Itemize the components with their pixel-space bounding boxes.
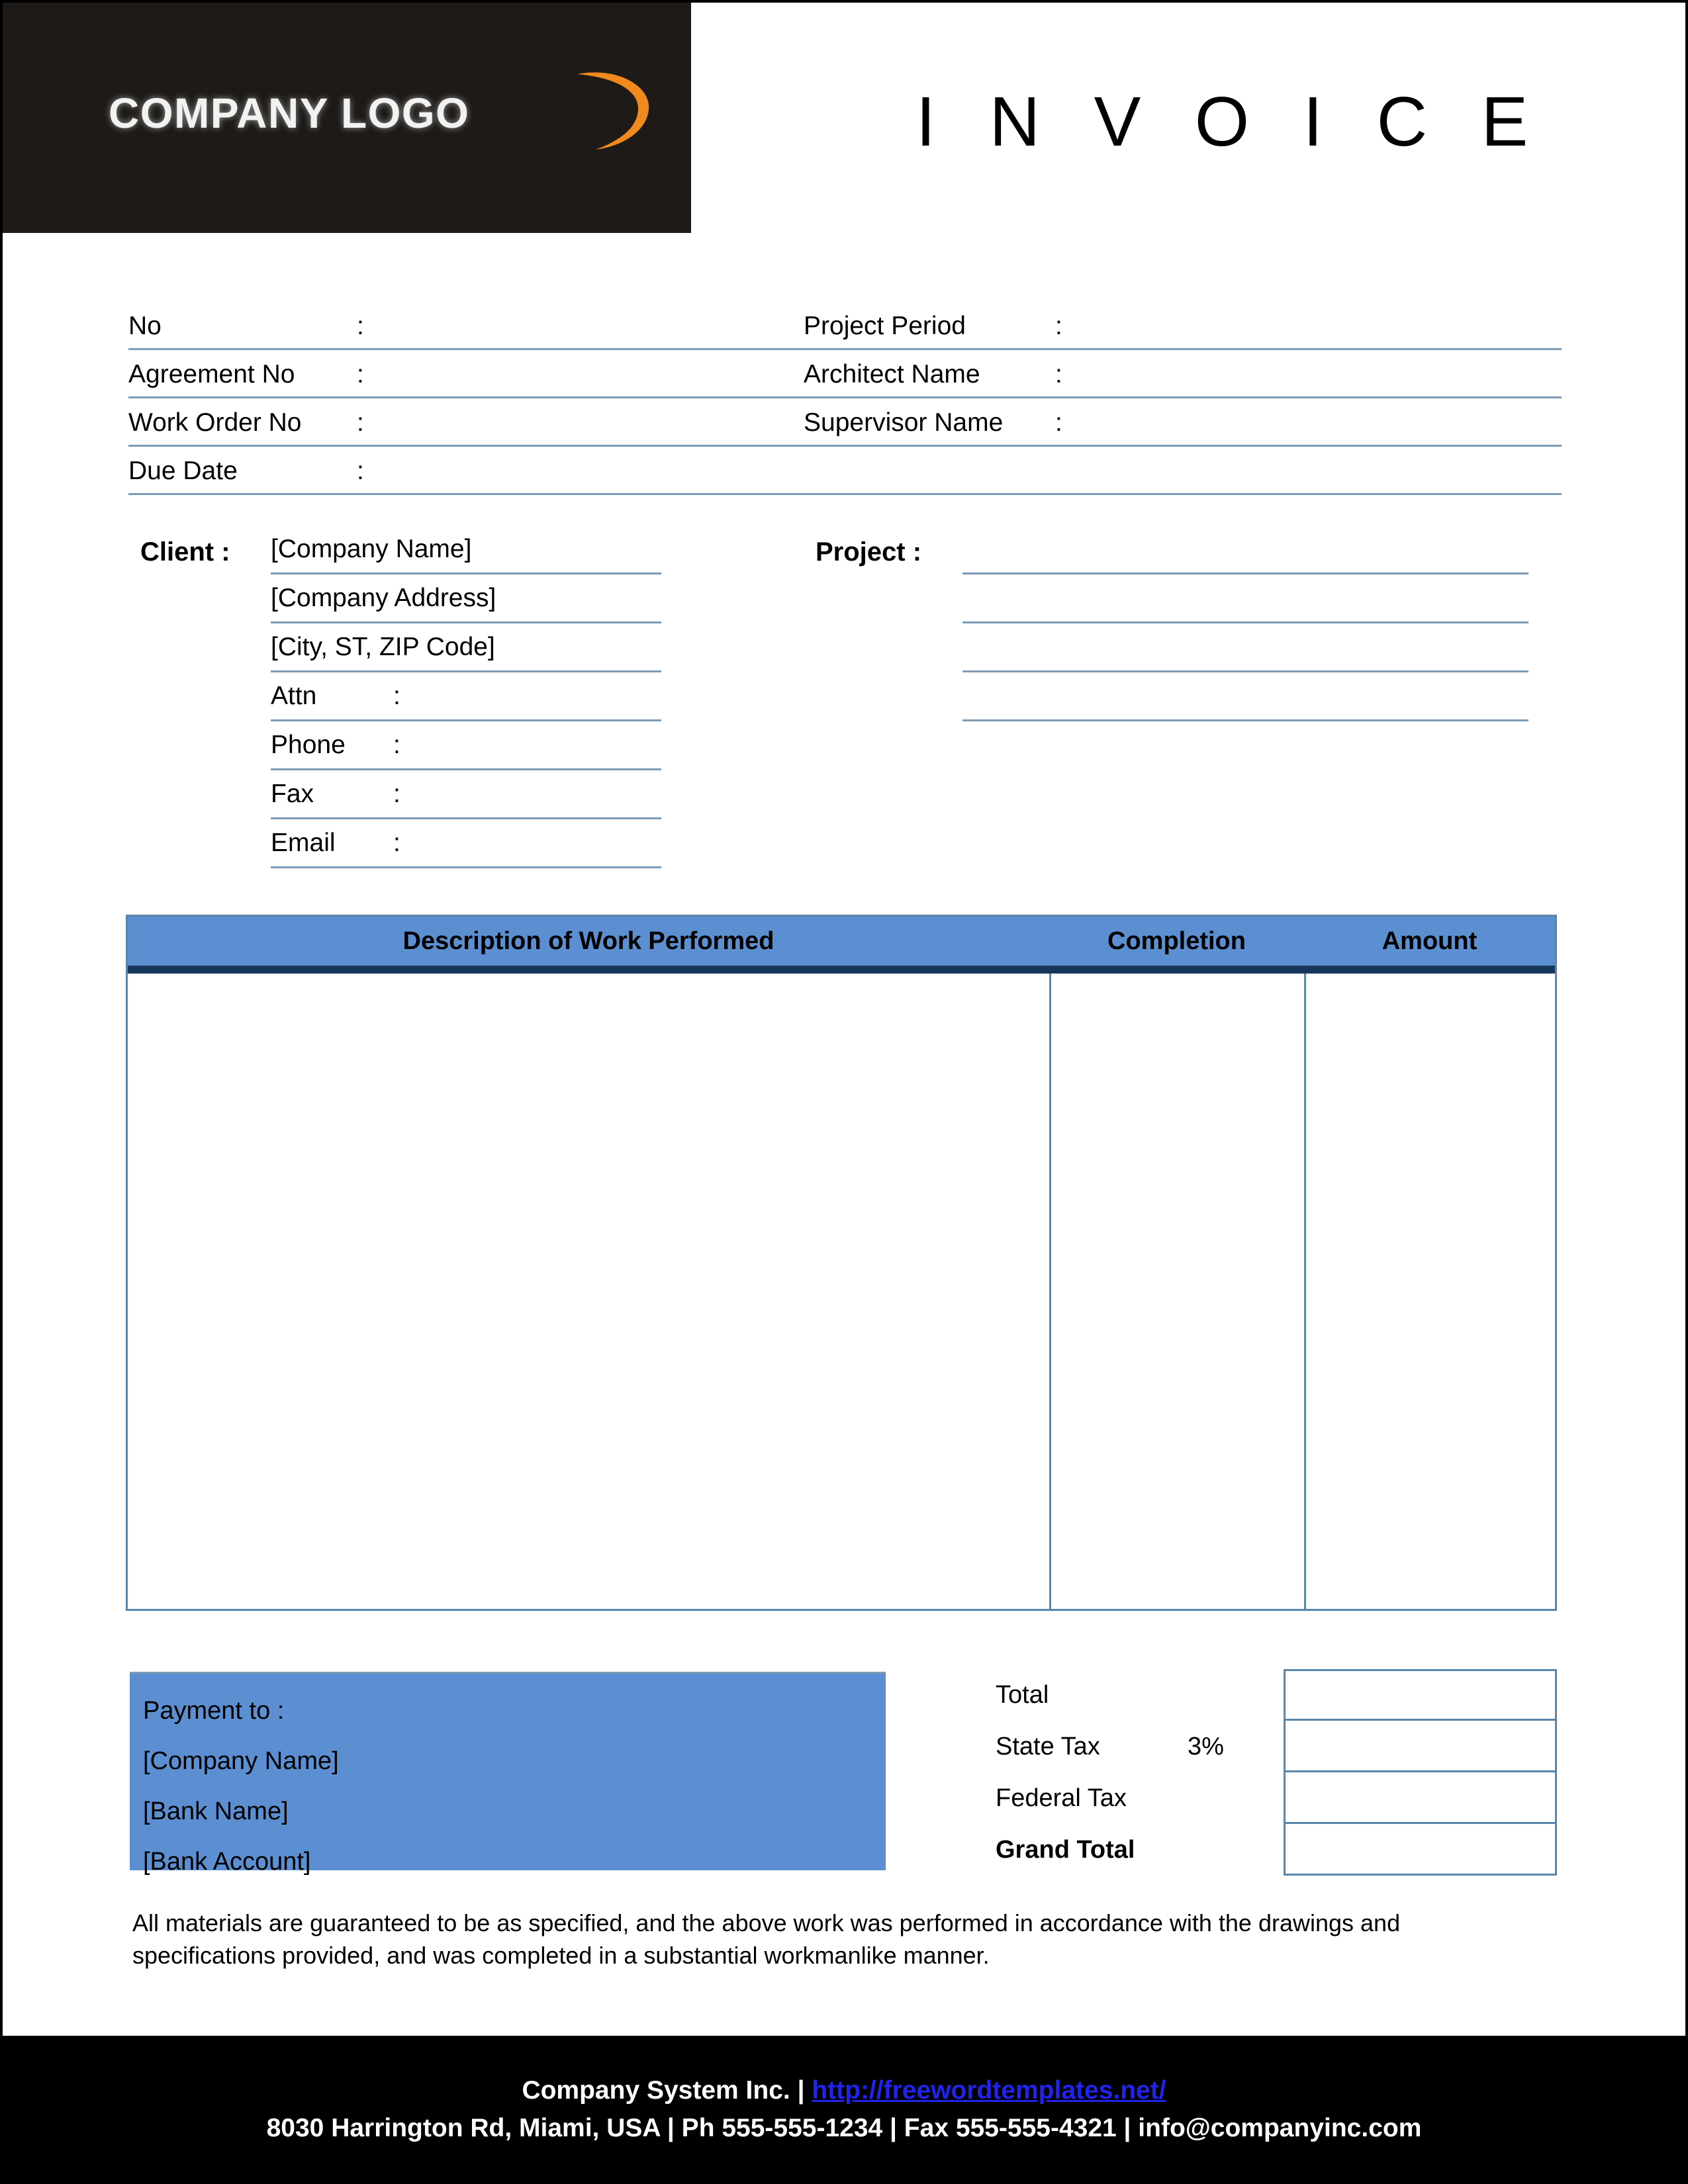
payment-bank-name: [Bank Name] [143,1797,289,1825]
client-company-name: [Company Name] [271,534,472,563]
page-header: COMPANY LOGO I N V O I C E [3,3,1685,238]
invoice-info-fields: No : Project Period : Agreement No : Arc… [128,302,1562,495]
client-fax-colon: : [393,779,400,808]
totals-row-state-tax: State Tax 3% [996,1721,1557,1772]
federal-tax-label: Federal Tax [996,1784,1127,1812]
state-tax-value-box[interactable] [1284,1721,1557,1772]
total-label: Total [996,1680,1049,1709]
field-due-date-colon: : [357,456,364,485]
project-line-row[interactable] [962,623,1528,672]
payment-to-box: Payment to : [Company Name] [Bank Name] … [130,1672,886,1876]
federal-tax-value-box[interactable] [1284,1772,1557,1824]
client-column: [Company Name] [Company Address] [City, … [128,525,804,868]
page-footer: Company System Inc. | http://freewordtem… [3,2036,1685,2181]
client-company-address-row[interactable]: [Company Address] [271,574,661,623]
state-tax-label: State Tax [996,1732,1100,1760]
field-architect-name-label: Architect Name [804,359,980,388]
field-no: No : [128,302,804,350]
company-logo: COMPANY LOGO [109,72,649,156]
field-no-label: No [128,311,162,340]
column-header-amount: Amount [1382,927,1477,955]
field-due-date: Due Date : [128,447,804,495]
client-company-address: [Company Address] [271,583,496,612]
field-due-date-spacer [804,447,1562,495]
info-row: Agreement No : Architect Name : [128,350,1562,398]
totals-row-federal-tax: Federal Tax [996,1772,1557,1824]
payment-company-name: [Company Name] [143,1747,339,1775]
client-email-colon: : [393,828,400,857]
client-email-row[interactable]: Email : [271,819,661,868]
work-table: Description of Work Performed Completion… [126,915,1557,1611]
grand-total-value-box[interactable] [1284,1824,1557,1876]
client-project-block: Client : Project : [Company Name] [Compa… [128,525,1562,868]
client-phone-label: Phone [271,730,346,759]
field-supervisor-name-colon: : [1055,408,1062,437]
client-phone-row[interactable]: Phone : [271,721,661,770]
state-tax-rate: 3% [1188,1732,1224,1760]
work-table-description-area[interactable] [128,974,1049,1609]
work-table-body [128,974,1555,1609]
totals-row-grand-total: Grand Total [996,1824,1557,1876]
guarantee-text: All materials are guaranteed to be as sp… [132,1909,1401,1969]
field-architect-name-colon: : [1055,359,1062,388]
field-supervisor-name-label: Supervisor Name [804,408,1004,437]
total-value-box[interactable] [1284,1669,1557,1721]
client-company-name-row[interactable]: [Company Name] [271,525,661,574]
totals-section: Total State Tax 3% Federal Tax Grand Tot… [996,1669,1557,1876]
company-logo-text: COMPANY LOGO [109,89,470,137]
client-email-label: Email [271,828,336,857]
grand-total-label: Grand Total [996,1835,1135,1864]
client-fax-row[interactable]: Fax : [271,770,661,819]
project-line-row[interactable] [962,672,1528,721]
field-no-colon: : [357,311,364,340]
column-header-completion: Completion [1107,927,1246,955]
column-header-description: Description of Work Performed [402,927,774,955]
info-row: No : Project Period : [128,302,1562,350]
payment-bank-account: [Bank Account] [143,1848,311,1876]
orange-swoosh-icon [577,72,649,150]
field-architect-name: Architect Name : [804,350,1562,398]
client-attn-colon: : [393,681,400,710]
client-attn-row[interactable]: Attn : [271,672,661,721]
field-project-period-label: Project Period [804,311,966,340]
project-line-row[interactable] [962,525,1528,574]
client-heading: Client : [140,537,230,567]
project-heading: Project : [816,537,922,567]
footer-company-line: Company System Inc. | http://freewordtem… [522,2072,1166,2110]
project-column [804,525,1562,868]
footer-address-line: 8030 Harrington Rd, Miami, USA | Ph 555-… [266,2114,1422,2142]
field-agreement-no-label: Agreement No [128,359,295,388]
work-table-amount-area[interactable] [1304,974,1555,1609]
client-phone-colon: : [393,730,400,759]
field-project-period: Project Period : [804,302,1562,350]
payment-to-title: Payment to : [143,1697,285,1725]
field-due-date-label: Due Date [128,456,238,485]
field-work-order-no-colon: : [357,408,364,437]
client-city-state-zip: [City, ST, ZIP Code] [271,632,495,661]
client-attn-label: Attn [271,681,317,710]
work-table-header-row: Description of Work Performed Completion… [128,917,1555,974]
footer-website-link[interactable]: http://freewordtemplates.net/ [812,2076,1166,2105]
field-agreement-no: Agreement No : [128,350,804,398]
field-agreement-no-colon: : [357,359,364,388]
field-work-order-no: Work Order No : [128,398,804,447]
footer-company-name: Company System Inc. | [522,2076,805,2105]
info-row: Work Order No : Supervisor Name : [128,398,1562,447]
client-city-state-zip-row[interactable]: [City, ST, ZIP Code] [271,623,661,672]
invoice-page: COMPANY LOGO I N V O I C E No : Project … [0,0,1688,2184]
totals-row-total: Total [996,1669,1557,1721]
field-supervisor-name: Supervisor Name : [804,398,1562,447]
project-line-row[interactable] [962,574,1528,623]
page-title: I N V O I C E [915,83,1546,161]
work-table-completion-area[interactable] [1049,974,1304,1609]
field-work-order-no-label: Work Order No [128,408,302,437]
info-row: Due Date : [128,447,1562,495]
field-project-period-colon: : [1055,311,1062,340]
client-fax-label: Fax [271,779,314,808]
